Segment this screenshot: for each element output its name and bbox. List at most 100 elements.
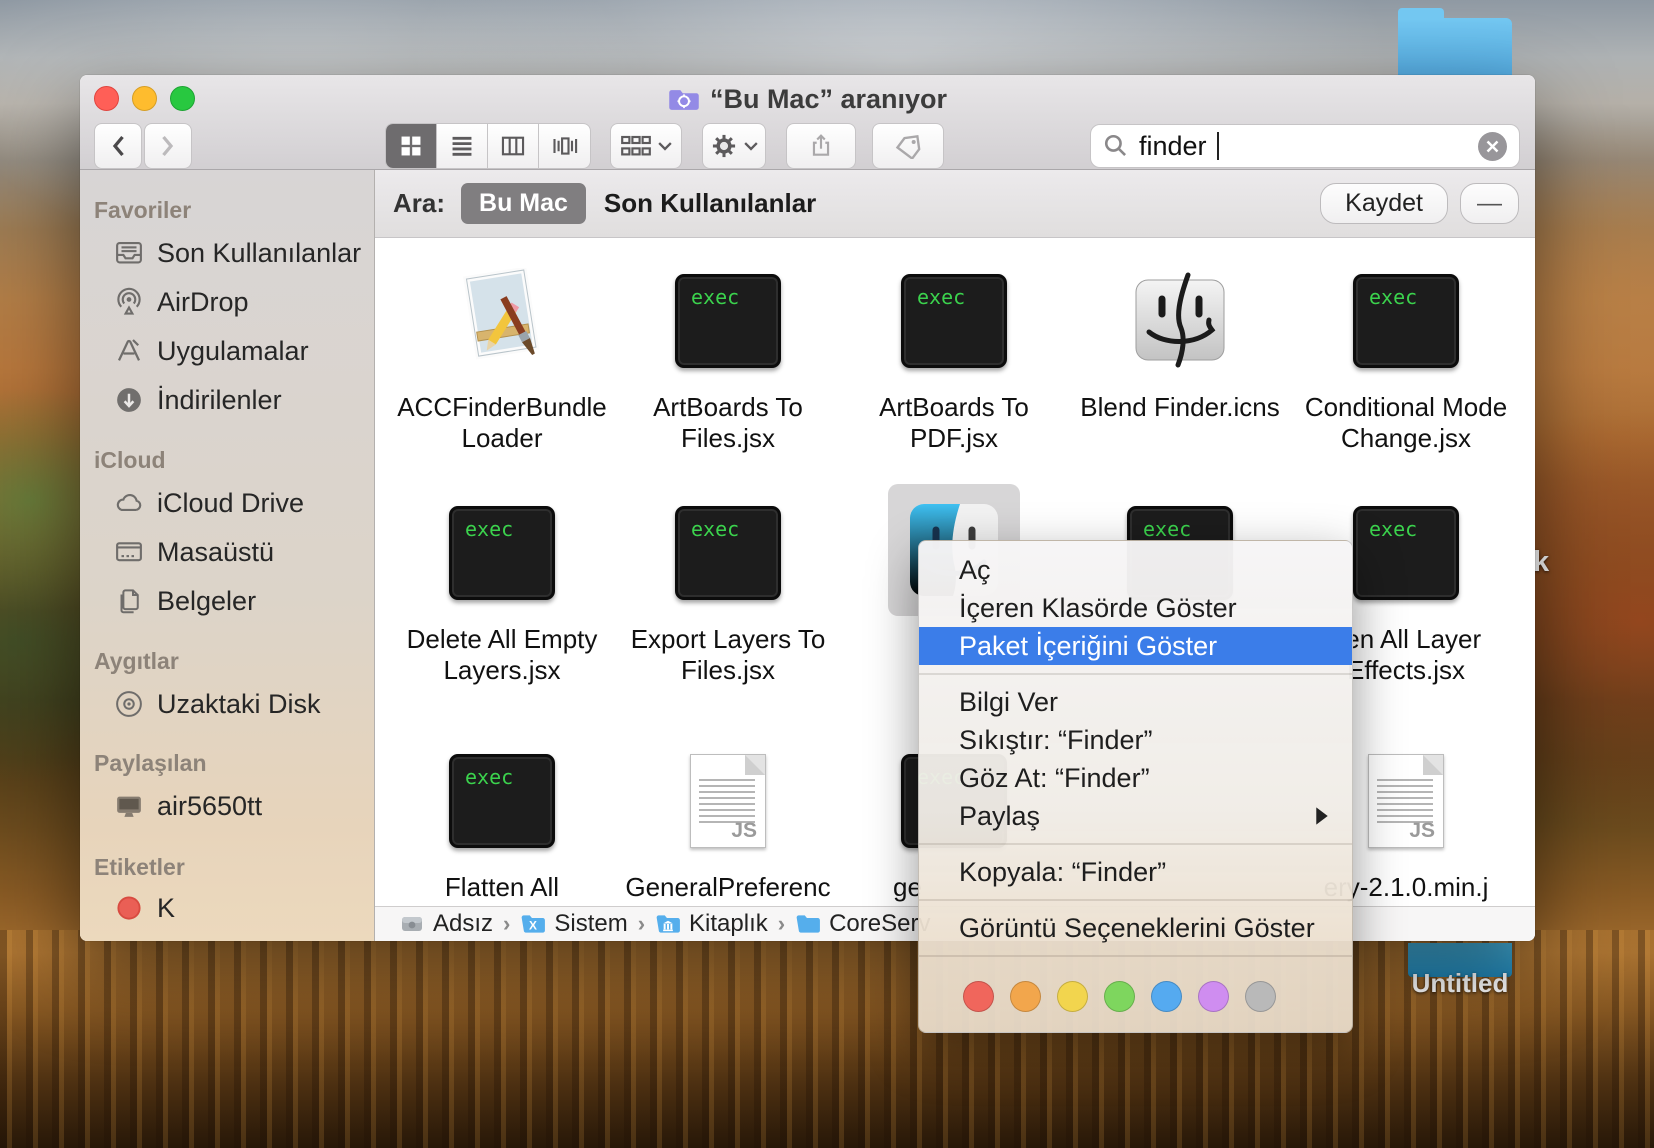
path-item-sistem[interactable]: X Sistem: [520, 910, 627, 938]
sidebar-section-shared: Paylaşılan: [94, 748, 207, 778]
chevron-down-icon: [744, 141, 758, 151]
sidebar-item-label: Uygulamalar: [157, 336, 309, 367]
finder-gray-icon: [1129, 272, 1231, 368]
action-button[interactable]: [702, 123, 766, 169]
menu-item-show-in-enclosing-folder[interactable]: İçeren Klasörde Göster: [919, 589, 1352, 627]
exec-icon: exec: [1353, 274, 1459, 368]
file-accfinderbundle-loader[interactable]: ACCFinderBundle Loader: [389, 268, 615, 454]
desktop-icon: [114, 537, 144, 567]
svg-text:X: X: [529, 918, 537, 932]
menu-item-copy[interactable]: Kopyala: “Finder”: [919, 853, 1352, 891]
share-button[interactable]: [786, 123, 856, 169]
menu-item-get-info[interactable]: Bilgi Ver: [919, 683, 1352, 721]
save-search-button[interactable]: Kaydet: [1320, 183, 1448, 224]
scope-this-mac[interactable]: Bu Mac: [461, 183, 586, 224]
forward-button[interactable]: [144, 123, 192, 169]
tag-red[interactable]: [963, 981, 994, 1012]
menu-item-open[interactable]: Aç: [919, 551, 1352, 589]
view-switcher: [385, 123, 591, 169]
sidebar-item-downloads[interactable]: İndirilenler: [114, 380, 282, 420]
sidebar-item-documents[interactable]: Belgeler: [114, 581, 256, 621]
sidebar-item-icloud-drive[interactable]: iCloud Drive: [114, 483, 304, 523]
zoom-button[interactable]: [170, 86, 195, 111]
exec-icon: exec: [675, 274, 781, 368]
file-export-layers-to-files[interactable]: exec Export Layers To Files.jsx: [615, 500, 841, 686]
search-input[interactable]: finder: [1090, 124, 1520, 168]
clear-search-button[interactable]: [1478, 132, 1507, 161]
path-item-label: CoreServ: [829, 910, 930, 938]
tag-orange[interactable]: [1010, 981, 1041, 1012]
file-label-line1: ArtBoards To: [615, 392, 841, 423]
file-label-line2: Loader: [389, 423, 615, 454]
view-columns-button[interactable]: [488, 124, 539, 168]
file-artboards-to-pdf[interactable]: exec ArtBoards To PDF.jsx: [841, 268, 1067, 454]
tag-color-row: [919, 965, 1352, 1022]
desktop: k Untitled “Bu Mac” aranıyor: [0, 0, 1654, 1148]
close-icon: [1485, 139, 1500, 154]
close-button[interactable]: [94, 86, 119, 111]
sidebar-item-label: Belgeler: [157, 586, 256, 617]
sidebar-item-label: air5650tt: [157, 791, 262, 822]
tag-purple[interactable]: [1198, 981, 1229, 1012]
sidebar-section-icloud: iCloud: [94, 445, 166, 475]
sidebar-item-label: İndirilenler: [157, 385, 282, 416]
file-blend-finder-icns[interactable]: Blend Finder.icns: [1067, 268, 1293, 423]
menu-item-share[interactable]: Paylaş: [919, 797, 1352, 835]
view-grid-button[interactable]: [386, 124, 437, 168]
path-item-adsiz[interactable]: Adsız: [399, 910, 493, 938]
applications-icon: [114, 336, 144, 366]
search-icon: [1103, 133, 1129, 159]
arrange-button[interactable]: [610, 123, 682, 169]
sidebar-item-desktop[interactable]: Masaüstü: [114, 532, 274, 572]
text-cursor: [1217, 132, 1219, 160]
collapse-criteria-button[interactable]: —: [1460, 183, 1519, 224]
view-coverflow-button[interactable]: [539, 124, 590, 168]
tag-blue[interactable]: [1151, 981, 1182, 1012]
sidebar-item-remote-disc[interactable]: Uzaktaki Disk: [114, 684, 321, 724]
arrange-icon: [620, 134, 652, 158]
sidebar-item-recents[interactable]: Son Kullanılanlar: [114, 233, 361, 273]
file-flatten-all[interactable]: exec Flatten All: [389, 748, 615, 903]
minimize-button[interactable]: [132, 86, 157, 111]
file-label-line1: ACCFinderBundle: [389, 392, 615, 423]
path-item-kitaplik[interactable]: Kitaplık: [655, 910, 768, 938]
sidebar-item-applications[interactable]: Uygulamalar: [114, 331, 309, 371]
chevron-right-icon: [159, 134, 177, 158]
titlebar[interactable]: “Bu Mac” aranıyor: [80, 75, 1535, 170]
scope-recents[interactable]: Son Kullanılanlar: [604, 188, 816, 219]
gear-icon: [710, 132, 738, 160]
sidebar-item-red-tag[interactable]: K: [114, 888, 175, 928]
file-label-line1: Blend Finder.icns: [1067, 392, 1293, 423]
tag-button[interactable]: [872, 123, 944, 169]
menu-item-show-view-options[interactable]: Görüntü Seçeneklerini Göster: [919, 909, 1352, 947]
scope-label: Ara:: [393, 188, 445, 219]
desktop-untitled-label: Untitled: [1398, 968, 1522, 999]
menu-separator: [919, 843, 1352, 845]
exec-icon: exec: [675, 506, 781, 600]
file-artboards-to-files[interactable]: exec ArtBoards To Files.jsx: [615, 268, 841, 454]
search-value: finder: [1139, 131, 1207, 162]
back-button[interactable]: [94, 123, 142, 169]
file-delete-all-empty-layers[interactable]: exec Delete All Empty Layers.jsx: [389, 500, 615, 686]
sidebar-section-tags: Etiketler: [94, 852, 185, 882]
menu-item-show-package-contents[interactable]: Paket İçeriğini Göster: [919, 627, 1352, 665]
tag-gray[interactable]: [1245, 981, 1276, 1012]
grid-view-icon: [398, 133, 424, 159]
sidebar-item-airdrop[interactable]: AirDrop: [114, 282, 249, 322]
menu-item-compress[interactable]: Sıkıştır: “Finder”: [919, 721, 1352, 759]
file-generalpreferenc[interactable]: JS GeneralPreferenc: [615, 748, 841, 903]
path-separator: ›: [638, 911, 645, 937]
menu-item-quick-look[interactable]: Göz At: “Finder”: [919, 759, 1352, 797]
file-label-line2: Files.jsx: [615, 423, 841, 454]
sidebar-item-air5650tt[interactable]: air5650tt: [114, 786, 262, 826]
chevron-down-icon: [658, 141, 672, 151]
file-label-line1: Conditional Mode: [1293, 392, 1519, 423]
sidebar-section-devices: Aygıtlar: [94, 646, 179, 676]
exec-icon: exec: [1353, 506, 1459, 600]
tag-green[interactable]: [1104, 981, 1135, 1012]
path-item-coreservices[interactable]: CoreServ: [795, 910, 930, 938]
tag-yellow[interactable]: [1057, 981, 1088, 1012]
view-list-button[interactable]: [437, 124, 488, 168]
red-tag-icon: [114, 893, 144, 923]
file-conditional-mode-change[interactable]: exec Conditional Mode Change.jsx: [1293, 268, 1519, 454]
